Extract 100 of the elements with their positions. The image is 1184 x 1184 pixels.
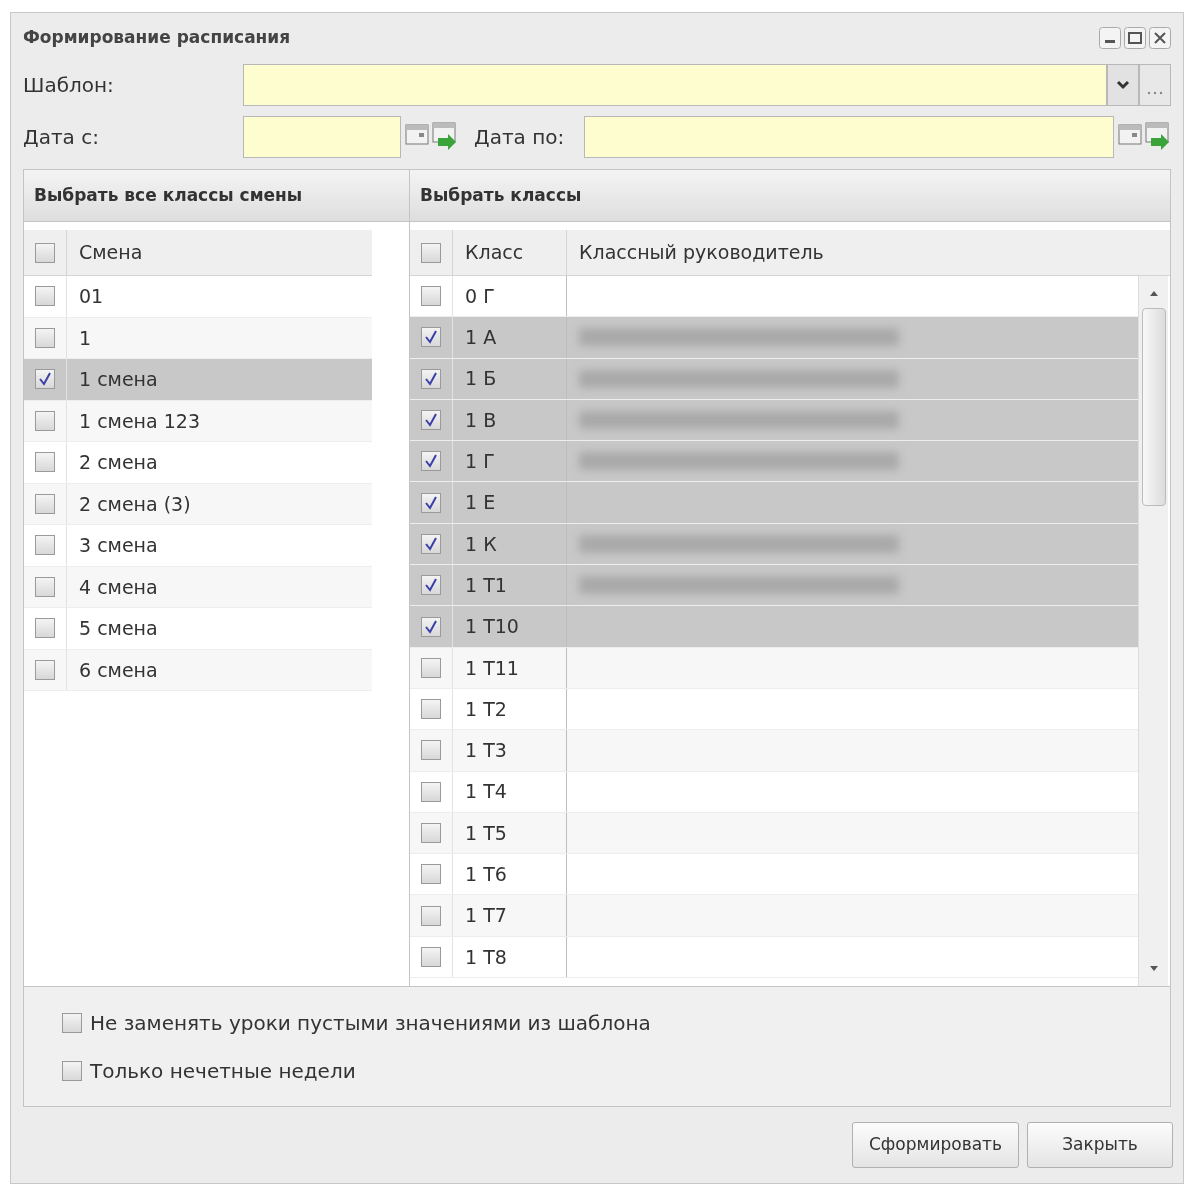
class-name: 1 Е (452, 482, 566, 523)
class-row[interactable]: 0 Г (410, 276, 1138, 318)
shift-row[interactable]: 4 смена (24, 566, 372, 608)
dialog-button[interactable]: Закрыть (1027, 1122, 1173, 1168)
checkbox[interactable] (35, 242, 55, 263)
column-title[interactable]: Класс (452, 230, 566, 275)
class-row[interactable]: 1 Г (410, 441, 1138, 483)
calendar-arrow-icon[interactable] (1145, 122, 1171, 152)
maximize-icon[interactable] (1124, 27, 1146, 49)
shift-name: 3 смена (66, 525, 158, 566)
class-name: 1 К (452, 523, 566, 565)
class-row[interactable]: 1 А (410, 317, 1138, 359)
scroll-thumb[interactable] (1141, 308, 1166, 506)
shift-name: 1 (66, 317, 92, 358)
class-row[interactable]: 1 Т4 (410, 771, 1138, 813)
class-row[interactable]: 1 Т7 (410, 895, 1138, 937)
checkbox[interactable] (35, 659, 55, 680)
option-label: Не заменять уроки пустыми значениями из шаблона (90, 1009, 651, 1037)
shift-row[interactable]: 2 смена (24, 442, 372, 484)
checkbox[interactable] (35, 576, 55, 597)
checkmark-icon (424, 578, 438, 593)
checkbox[interactable] (35, 493, 55, 514)
calendar-icon[interactable] (405, 122, 429, 146)
shift-row[interactable]: 6 смена (24, 649, 372, 691)
class-row[interactable]: 1 Т8 (410, 936, 1138, 979)
scroll-up-icon[interactable] (1148, 290, 1159, 296)
shift-row[interactable]: 1 (24, 317, 372, 359)
scrollbar[interactable] (1138, 276, 1168, 986)
checkbox[interactable] (421, 286, 441, 307)
shift-row[interactable]: 3 смена (24, 525, 372, 567)
shift-row[interactable]: 01 (24, 276, 372, 318)
checkbox[interactable] (35, 535, 55, 556)
class-name: 1 Т8 (452, 936, 566, 978)
chevron-down-icon (1116, 80, 1130, 90)
scroll-down-icon[interactable] (1148, 966, 1159, 972)
checkbox[interactable] (35, 286, 55, 307)
checkbox[interactable] (62, 1012, 82, 1033)
date-to-field[interactable] (584, 116, 1114, 158)
class-row[interactable]: 1 Т1 (410, 565, 1138, 607)
calendar-arrow-icon[interactable] (432, 122, 458, 152)
column-title[interactable]: Классный руководитель (566, 230, 1138, 275)
shift-row[interactable]: 2 смена (3) (24, 483, 372, 525)
checkbox[interactable] (62, 1060, 82, 1081)
field-label: Шаблон: (23, 72, 115, 99)
class-row[interactable]: 1 Т2 (410, 688, 1138, 731)
checkbox[interactable] (421, 410, 441, 431)
checkbox[interactable] (421, 368, 441, 389)
checkbox[interactable] (421, 657, 441, 678)
checkbox[interactable] (35, 327, 55, 348)
checkbox[interactable] (421, 823, 441, 843)
template-field[interactable] (243, 64, 1107, 106)
checkbox[interactable] (421, 616, 441, 637)
class-name: 1 Г (452, 441, 566, 482)
class-name: 1 Т1 (452, 565, 566, 606)
shift-name: 2 смена (66, 442, 158, 483)
dialog-button[interactable]: Сформировать (851, 1122, 1019, 1168)
shift-row[interactable]: 1 смена 123 (24, 400, 372, 442)
shift-row[interactable]: 1 смена (24, 359, 372, 401)
class-row[interactable]: 1 Т11 (410, 647, 1138, 689)
checkbox[interactable] (35, 452, 55, 473)
class-row[interactable]: 1 Т6 (410, 854, 1138, 896)
class-row[interactable]: 1 Т5 (410, 812, 1138, 855)
checkbox[interactable] (421, 451, 441, 472)
field-label: Дата по: (474, 124, 566, 151)
class-row[interactable]: 1 Б (410, 358, 1138, 400)
checkbox[interactable] (35, 410, 55, 431)
class-name: 1 Т3 (452, 730, 566, 771)
shift-name: 1 смена (66, 359, 158, 400)
ellipsis-icon (1147, 91, 1163, 95)
class-name: 1 В (452, 399, 566, 441)
date-from-field[interactable] (243, 116, 401, 158)
close-icon[interactable] (1149, 27, 1171, 49)
class-row[interactable]: 1 Е (410, 482, 1138, 524)
shift-row[interactable]: 5 смена (24, 608, 372, 650)
checkmark-icon (424, 495, 438, 510)
checkbox[interactable] (35, 618, 55, 639)
dropdown-button[interactable] (1107, 64, 1139, 106)
checkbox[interactable] (421, 946, 441, 967)
minimize-icon[interactable] (1099, 27, 1121, 49)
class-row[interactable]: 1 Т10 (410, 606, 1138, 648)
class-name: 1 А (452, 317, 566, 358)
checkbox[interactable] (421, 905, 441, 926)
checkbox[interactable] (421, 781, 441, 802)
class-row[interactable]: 1 Т3 (410, 730, 1138, 772)
checkbox[interactable] (35, 369, 55, 390)
class-row[interactable]: 1 В (410, 399, 1138, 442)
class-row[interactable]: 1 К (410, 523, 1138, 566)
checkbox[interactable] (421, 533, 441, 554)
shift-name: 6 смена (66, 649, 158, 690)
checkbox[interactable] (421, 327, 441, 348)
checkbox[interactable] (421, 864, 441, 885)
checkbox[interactable] (421, 492, 441, 513)
calendar-icon[interactable] (1118, 122, 1142, 146)
panel-title: Выбрать классы (420, 183, 582, 207)
class-name: 1 Т5 (452, 812, 566, 854)
checkbox[interactable] (421, 740, 441, 761)
checkbox[interactable] (421, 699, 441, 720)
checkbox[interactable] (421, 575, 441, 596)
checkbox[interactable] (421, 242, 441, 263)
column-title[interactable]: Смена (66, 230, 143, 275)
